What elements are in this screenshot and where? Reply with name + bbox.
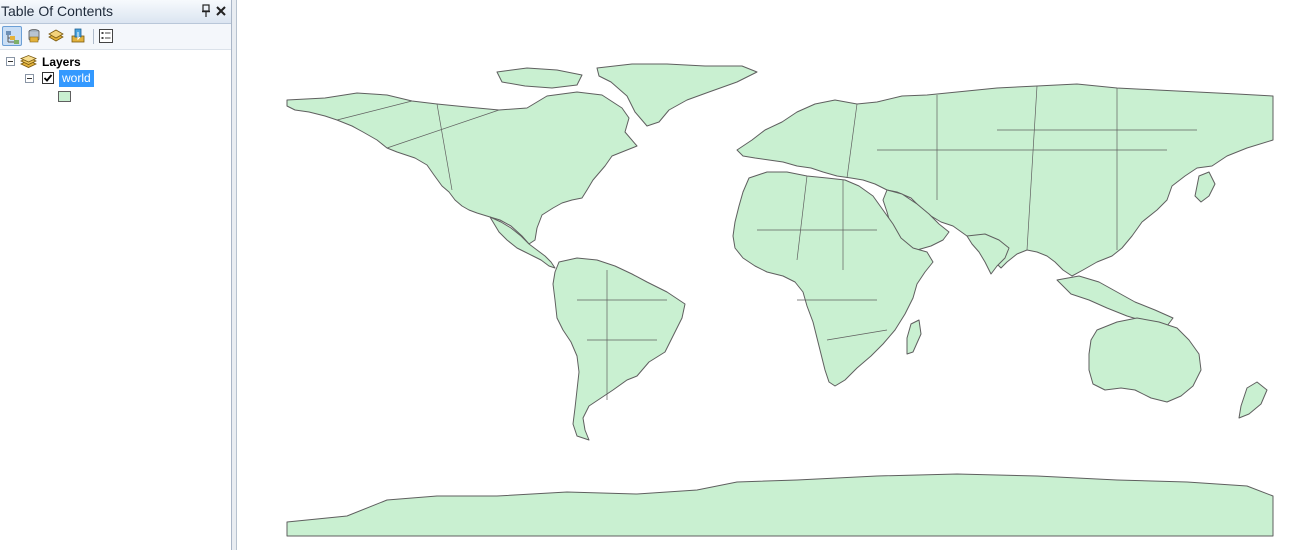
options-list-icon [99,29,113,43]
list-by-source-button[interactable] [24,26,44,46]
toc-title: Table Of Contents [1,3,114,19]
list-by-selection-button[interactable] [68,26,88,46]
world-land-layer [286,63,1274,537]
selection-icon [71,28,85,43]
japan [1194,171,1216,203]
australia [1088,317,1202,403]
layer-symbol-swatch[interactable] [58,91,71,102]
collapse-layers-icon[interactable] [6,57,15,66]
layers-label: Layers [42,55,81,69]
toc-title-bar[interactable]: Table Of Contents [0,0,231,24]
layer-name-world[interactable]: world [59,70,94,87]
layers-data-frame-row[interactable]: Layers [0,54,231,70]
close-icon[interactable] [215,4,227,18]
options-button[interactable] [96,26,116,46]
database-icon [28,29,40,43]
collapse-world-icon[interactable] [25,74,34,83]
visibility-layers-icon [48,29,64,42]
madagascar [906,319,922,355]
new-zealand [1238,381,1268,419]
layer-visibility-checkbox[interactable] [42,72,54,84]
map-view[interactable] [237,0,1313,550]
layer-row-world[interactable]: world [0,70,231,88]
table-of-contents-panel: Table Of Contents Layers world [0,0,232,550]
world-map [286,63,1274,537]
antarctica [286,473,1274,537]
arctic-islands [496,67,583,89]
pin-icon[interactable] [200,4,212,18]
checkmark-icon [43,74,53,82]
south-america [552,257,686,441]
list-by-visibility-button[interactable] [46,26,66,46]
sea-islands [1056,275,1174,327]
toolbar-separator [93,29,94,44]
list-by-drawing-order-button[interactable] [2,26,22,46]
layers-icon [19,55,38,69]
north-america [286,91,638,245]
drawing-order-icon [6,31,19,44]
toc-toolbar [0,24,231,50]
